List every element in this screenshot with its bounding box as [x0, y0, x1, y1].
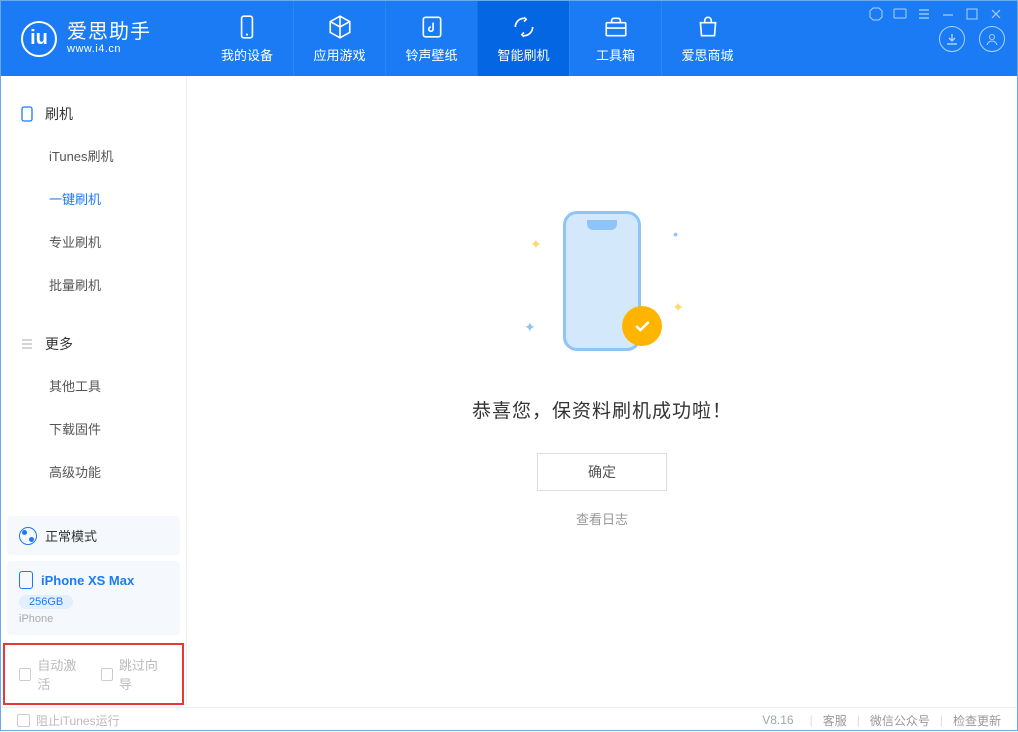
download-icon[interactable] — [939, 26, 965, 52]
sidebar-item-itunes[interactable]: iTunes刷机 — [1, 134, 186, 177]
content-area: 刷机 iTunes刷机 一键刷机 专业刷机 批量刷机 更多 其他工具 下载固件 … — [1, 76, 1017, 707]
success-message: 恭喜您，保资料刷机成功啦！ — [472, 396, 732, 423]
section-title: 刷机 — [45, 104, 73, 124]
phone-icon — [19, 106, 35, 122]
nav-my-device[interactable]: 我的设备 — [201, 1, 293, 76]
cube-icon — [326, 13, 354, 41]
device-phone-icon — [19, 571, 33, 589]
close-icon[interactable] — [989, 7, 1003, 21]
checkbox-block-itunes[interactable]: 阻止iTunes运行 — [17, 712, 120, 729]
section-title: 更多 — [45, 334, 73, 354]
nav-label: 我的设备 — [221, 45, 273, 64]
sidebar-item-batch[interactable]: 批量刷机 — [1, 263, 186, 306]
footer-wechat-link[interactable]: 微信公众号 — [870, 712, 930, 729]
checkbox-skip-guide[interactable]: 跳过向导 — [101, 655, 169, 693]
device-icon — [233, 13, 261, 41]
flash-options-highlight: 自动激活 跳过向导 — [3, 643, 184, 705]
maximize-icon[interactable] — [965, 7, 979, 21]
mode-label: 正常模式 — [45, 526, 97, 545]
minimize-icon[interactable] — [941, 7, 955, 21]
check-badge-icon — [622, 306, 662, 346]
sidebar-item-download-fw[interactable]: 下载固件 — [1, 407, 186, 450]
top-nav: 我的设备 应用游戏 铃声壁纸 智能刷机 工具箱 爱思商城 — [201, 1, 753, 76]
sparkle-icon: ✦ — [530, 236, 542, 253]
success-illustration: ✦ ✦ • ✦ — [512, 196, 692, 366]
app-url: www.i4.cn — [67, 43, 151, 55]
toolbox-icon — [602, 13, 630, 41]
music-icon — [418, 13, 446, 41]
nav-label: 爱思商城 — [681, 45, 733, 64]
footer-update-link[interactable]: 检查更新 — [953, 712, 1001, 729]
checkbox-label: 阻止iTunes运行 — [36, 712, 120, 729]
device-card[interactable]: iPhone XS Max 256GB iPhone — [7, 561, 180, 635]
device-name: iPhone XS Max — [41, 573, 134, 588]
sidebar-item-onekey[interactable]: 一键刷机 — [1, 177, 186, 220]
sidebar: 刷机 iTunes刷机 一键刷机 专业刷机 批量刷机 更多 其他工具 下载固件 … — [1, 76, 187, 707]
sidebar-item-other-tools[interactable]: 其他工具 — [1, 364, 186, 407]
footer: 阻止iTunes运行 V8.16 | 客服 | 微信公众号 | 检查更新 — [1, 707, 1017, 732]
nav-toolbox[interactable]: 工具箱 — [569, 1, 661, 76]
device-type: iPhone — [19, 613, 168, 625]
version-label: V8.16 — [762, 713, 793, 727]
nav-ringtones[interactable]: 铃声壁纸 — [385, 1, 477, 76]
refresh-icon — [510, 13, 538, 41]
nav-apps-games[interactable]: 应用游戏 — [293, 1, 385, 76]
ok-button[interactable]: 确定 — [537, 453, 667, 491]
nav-label: 工具箱 — [596, 45, 635, 64]
list-icon — [19, 336, 35, 352]
theme-icon[interactable] — [869, 7, 883, 21]
nav-label: 铃声壁纸 — [405, 45, 457, 64]
device-mode-status[interactable]: 正常模式 — [7, 516, 180, 555]
nav-label: 应用游戏 — [313, 45, 365, 64]
menu-icon[interactable] — [917, 7, 931, 21]
checkbox-auto-activate[interactable]: 自动激活 — [19, 655, 87, 693]
device-storage-badge: 256GB — [19, 595, 73, 609]
checkbox-icon — [17, 714, 30, 727]
nav-label: 智能刷机 — [497, 45, 549, 64]
main-panel: ✦ ✦ • ✦ 恭喜您，保资料刷机成功啦！ 确定 查看日志 — [187, 76, 1017, 707]
nav-store[interactable]: 爱思商城 — [661, 1, 753, 76]
checkbox-icon — [19, 668, 31, 681]
sparkle-icon: ✦ — [524, 319, 536, 336]
logo-icon: iu — [21, 21, 57, 57]
app-header: iu 爱思助手 www.i4.cn 我的设备 应用游戏 铃声壁纸 智能刷机 — [1, 1, 1017, 76]
nav-smart-flash[interactable]: 智能刷机 — [477, 1, 569, 76]
checkbox-label: 自动激活 — [37, 655, 86, 693]
checkbox-label: 跳过向导 — [119, 655, 168, 693]
sidebar-section-flash: 刷机 — [1, 94, 186, 134]
sparkle-icon: ✦ — [672, 299, 684, 316]
user-icon[interactable] — [979, 26, 1005, 52]
view-log-link[interactable]: 查看日志 — [576, 509, 628, 528]
sidebar-item-pro[interactable]: 专业刷机 — [1, 220, 186, 263]
bag-icon — [694, 13, 722, 41]
sidebar-section-more: 更多 — [1, 324, 186, 364]
feedback-icon[interactable] — [893, 7, 907, 21]
app-name: 爱思助手 — [67, 21, 151, 43]
app-logo: iu 爱思助手 www.i4.cn — [1, 1, 201, 76]
sidebar-item-advanced[interactable]: 高级功能 — [1, 450, 186, 493]
footer-support-link[interactable]: 客服 — [823, 712, 847, 729]
mode-icon — [19, 527, 37, 545]
window-controls — [869, 7, 1003, 21]
sparkle-icon: • — [673, 226, 678, 242]
checkbox-icon — [101, 668, 113, 681]
